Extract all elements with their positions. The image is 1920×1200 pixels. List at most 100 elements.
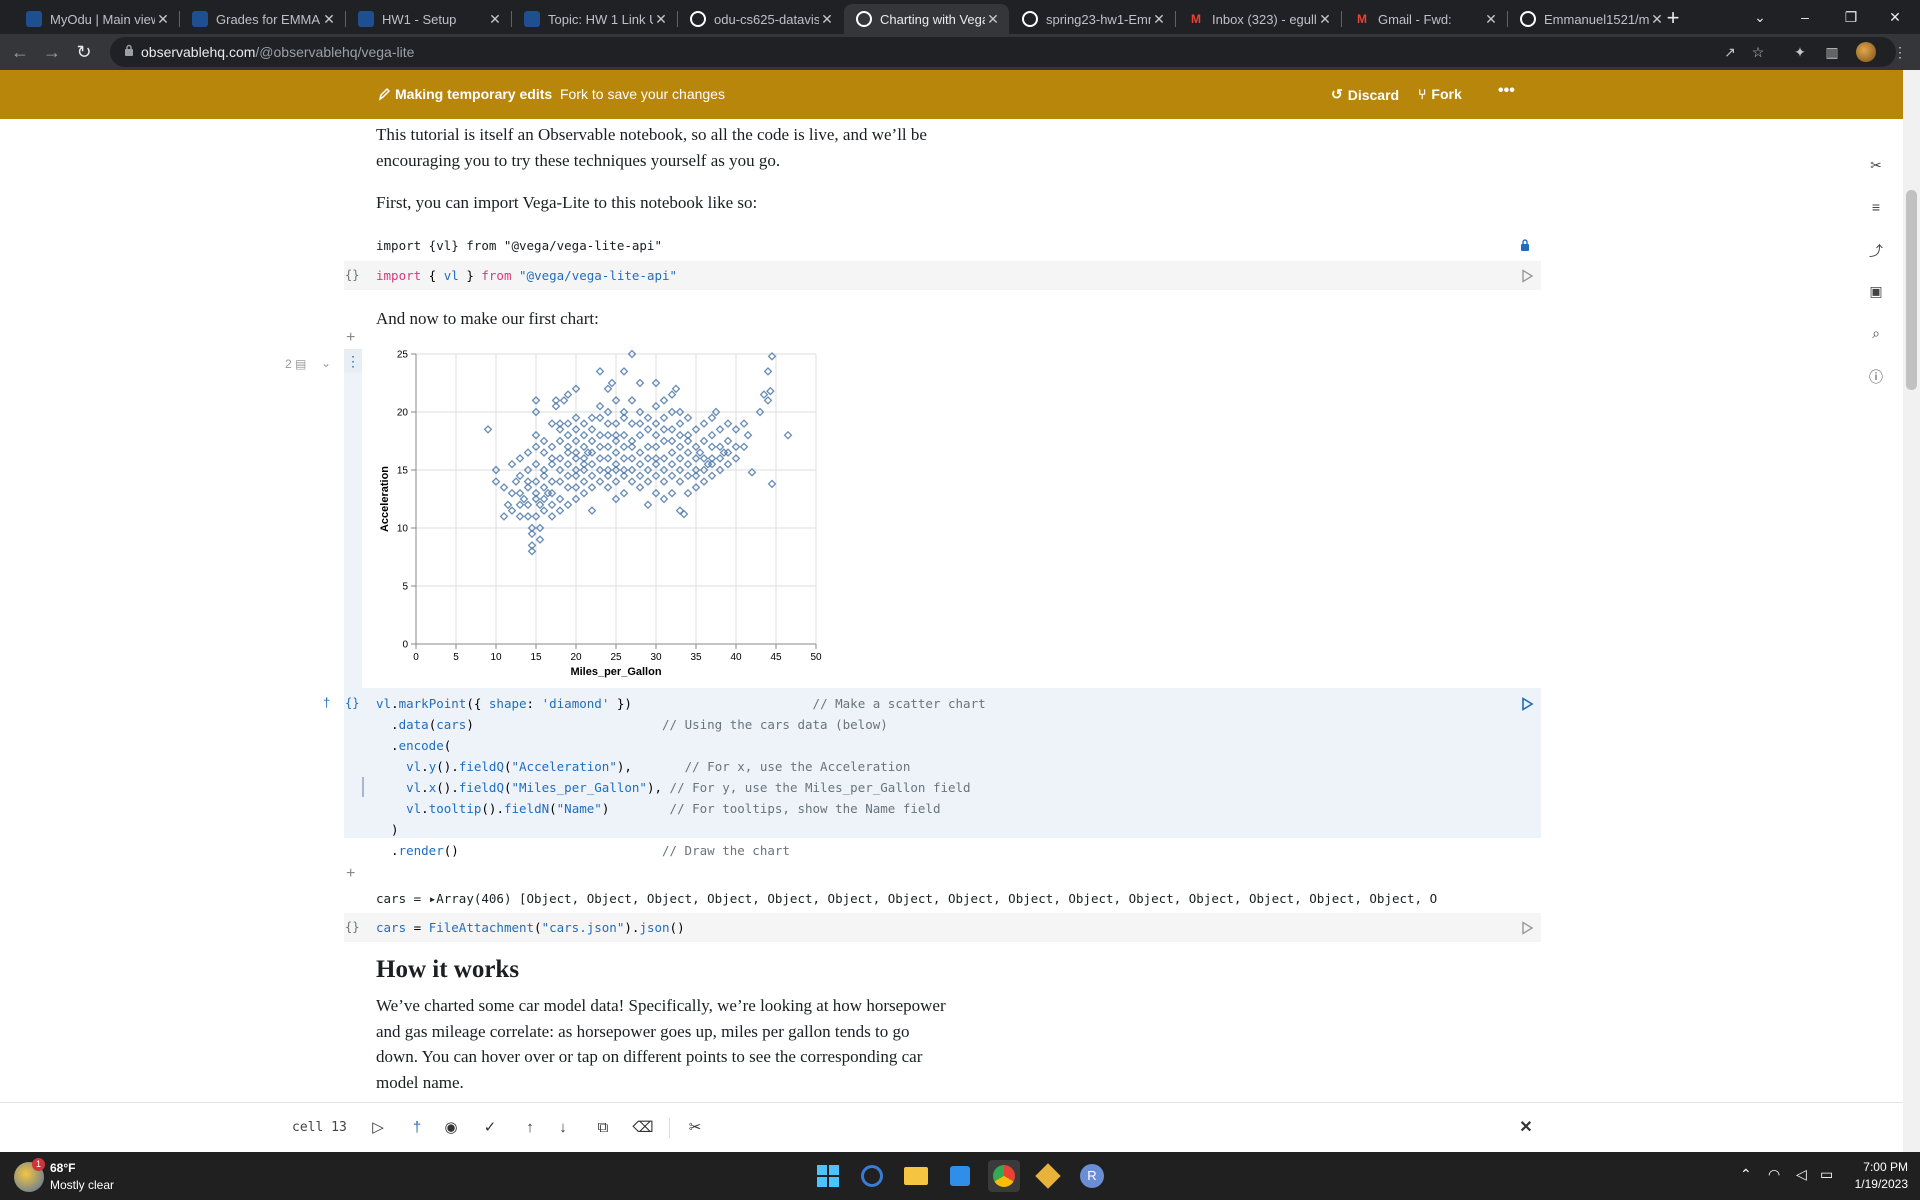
- extensions-icon[interactable]: ✦: [1790, 42, 1810, 62]
- search-icon[interactable]: ⌕: [1867, 325, 1885, 343]
- run-button[interactable]: ▷: [366, 1116, 390, 1140]
- more-options-button[interactable]: •••: [1498, 82, 1515, 100]
- r-app-icon[interactable]: R: [1076, 1160, 1108, 1192]
- widgets-icon[interactable]: [856, 1160, 888, 1192]
- share-icon[interactable]: ↗: [1720, 42, 1740, 62]
- data-point: [743, 430, 753, 440]
- tab-close-icon[interactable]: ✕: [487, 11, 503, 28]
- data-point: [595, 454, 605, 463]
- browser-tab[interactable]: Charting with Vega ✕: [844, 4, 1009, 34]
- attach-button[interactable]: ✂: [683, 1116, 707, 1140]
- cars-cell-output[interactable]: cars = ▸Array(406) [Object, Object, Obje…: [376, 891, 1536, 906]
- volume-icon[interactable]: ◁: [1796, 1166, 1807, 1183]
- move-down-button[interactable]: ↓: [551, 1116, 575, 1140]
- package-icon[interactable]: ▣: [1867, 283, 1885, 301]
- tray-chevron-icon[interactable]: ⌃: [1740, 1166, 1752, 1183]
- data-point: [699, 477, 709, 486]
- forward-button[interactable]: →: [40, 40, 64, 64]
- wifi-icon[interactable]: ◠: [1768, 1166, 1780, 1183]
- new-tab-button[interactable]: +: [1660, 6, 1686, 32]
- help-icon[interactable]: ⓘ: [1867, 367, 1885, 385]
- delete-button[interactable]: ⌫: [631, 1116, 655, 1140]
- browser-tab[interactable]: M Gmail - Fwd: ✕: [1342, 4, 1507, 34]
- tab-close-icon[interactable]: ✕: [321, 11, 337, 28]
- cell-brace-icon[interactable]: {}: [345, 696, 359, 710]
- scrollbar-thumb[interactable]: [1906, 190, 1917, 390]
- profile-avatar[interactable]: [1856, 42, 1876, 62]
- cell-brace-icon[interactable]: {}: [345, 920, 359, 934]
- browser-tab[interactable]: spring23-hw1-Emm ✕: [1010, 4, 1175, 34]
- comment-count[interactable]: 2 ▤: [285, 357, 306, 371]
- tab-close-icon[interactable]: ✕: [819, 11, 835, 28]
- browser-tab[interactable]: HW1 - Setup ✕: [346, 4, 511, 34]
- tab-close-icon[interactable]: ✕: [1151, 11, 1167, 28]
- tab-close-icon[interactable]: ✕: [1317, 11, 1333, 28]
- tab-close-icon[interactable]: ✕: [155, 11, 171, 28]
- visibility-eye-icon[interactable]: ◉: [439, 1116, 463, 1140]
- database-icon[interactable]: ≡: [1867, 199, 1885, 217]
- data-point: [683, 448, 693, 457]
- browser-tab[interactable]: Emmanuel1521/m ✕: [1508, 4, 1673, 34]
- run-cell-icon[interactable]: [1520, 921, 1534, 935]
- browser-menu-icon[interactable]: ⋮: [1890, 42, 1910, 62]
- collapse-chevron-icon[interactable]: ⌄: [321, 356, 331, 370]
- clock[interactable]: 7:00 PM 1/19/2023: [1852, 1160, 1908, 1191]
- checkmark-button[interactable]: ✓: [478, 1116, 502, 1140]
- data-point: [659, 413, 669, 423]
- data-point: [715, 442, 725, 452]
- add-cell-icon[interactable]: +: [346, 329, 355, 347]
- tab-close-icon[interactable]: ✕: [985, 11, 1001, 28]
- lock-cell-icon[interactable]: [1518, 238, 1532, 252]
- move-up-button[interactable]: ↑: [518, 1116, 542, 1140]
- chart-cell-source[interactable]: vl.markPoint({ shape: 'diamond' }) // Ma…: [344, 688, 1541, 858]
- pin-icon[interactable]: †: [323, 695, 330, 710]
- data-point: [595, 401, 605, 411]
- comment-icon: ▤: [295, 357, 307, 371]
- git-icon[interactable]: [1032, 1160, 1064, 1192]
- back-button[interactable]: ←: [8, 40, 32, 64]
- maximize-button[interactable]: ❐: [1826, 0, 1876, 34]
- branch-icon[interactable]: ⤴: [1867, 241, 1885, 259]
- start-windows-icon[interactable]: [812, 1160, 844, 1192]
- address-bar[interactable]: observablehq.com/@observablehq/vega-lite…: [110, 37, 1896, 67]
- tab-close-icon[interactable]: ✕: [653, 11, 669, 28]
- minimize-button[interactable]: –: [1780, 0, 1830, 34]
- bookmark-star-icon[interactable]: ☆: [1748, 42, 1768, 62]
- browser-tab[interactable]: M Inbox (323) - egull ✕: [1176, 4, 1341, 34]
- attachment-icon[interactable]: ✂: [1867, 157, 1885, 175]
- tab-search-icon[interactable]: ⌄: [1735, 0, 1785, 34]
- add-cell-icon[interactable]: +: [346, 865, 355, 883]
- data-point: [667, 471, 677, 481]
- reload-button[interactable]: ↻: [72, 40, 96, 64]
- browser-tab[interactable]: Grades for EMMANUEL✕: [180, 4, 345, 34]
- side-panel-icon[interactable]: ▥: [1822, 42, 1842, 62]
- browser-tab[interactable]: MyOdu | Main view ✕: [14, 4, 179, 34]
- github-icon: [690, 11, 706, 27]
- weather-desc[interactable]: Mostly clear: [50, 1178, 114, 1192]
- run-cell-icon[interactable]: [1520, 697, 1534, 711]
- duplicate-button[interactable]: ⧉: [591, 1116, 615, 1140]
- discard-button[interactable]: ↺ Discard: [1331, 86, 1399, 103]
- weather-temp[interactable]: 68°F: [50, 1161, 75, 1175]
- cars-cell-source[interactable]: cars = FileAttachment("cars.json").json(…: [344, 913, 1541, 942]
- cell-menu-icon[interactable]: ⋮: [344, 349, 362, 373]
- tab-close-icon[interactable]: ✕: [1483, 11, 1499, 28]
- data-point: [619, 442, 629, 452]
- pin-button[interactable]: †: [405, 1116, 429, 1140]
- close-toolbar-button[interactable]: ✕: [1514, 1116, 1538, 1140]
- chrome-icon[interactable]: [988, 1160, 1020, 1192]
- import-cell-source[interactable]: import { vl } from "@vega/vega-lite-api": [344, 261, 1541, 290]
- browser-tab[interactable]: odu-cs625-datavis ✕: [678, 4, 843, 34]
- fork-button[interactable]: ⑂ Fork: [1418, 86, 1462, 102]
- browser-tab[interactable]: Topic: HW 1 Link Up✕: [512, 4, 677, 34]
- run-cell-icon[interactable]: [1520, 269, 1534, 283]
- battery-icon[interactable]: ▭: [1820, 1166, 1833, 1183]
- data-point: [667, 488, 677, 498]
- data-point: [739, 442, 749, 452]
- file-explorer-icon[interactable]: [900, 1160, 932, 1192]
- data-point: [627, 396, 637, 405]
- data-point: [579, 442, 589, 452]
- close-window-button[interactable]: ✕: [1870, 0, 1920, 34]
- store-icon[interactable]: [944, 1160, 976, 1192]
- cell-brace-icon[interactable]: {}: [345, 268, 359, 282]
